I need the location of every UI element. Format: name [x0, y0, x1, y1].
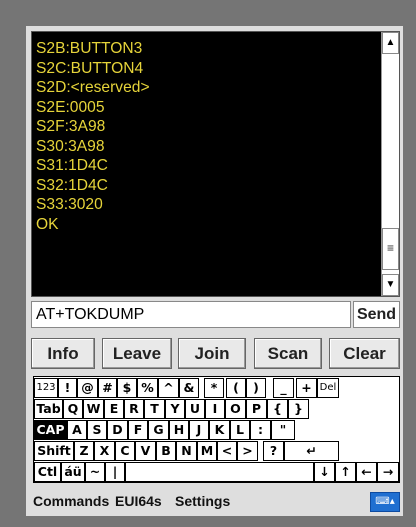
terminal-line: S31:1D4C [36, 157, 108, 174]
key-d[interactable]: D [107, 420, 128, 440]
key-tilde[interactable]: ~ [85, 462, 105, 482]
key-a[interactable]: A [67, 420, 87, 440]
key-enter[interactable]: ↵ [284, 441, 339, 461]
key-x[interactable]: X [94, 441, 115, 461]
terminal-line: S30:3A98 [36, 137, 105, 155]
scan-button[interactable]: Scan [254, 338, 322, 369]
key-i[interactable]: I [205, 399, 225, 419]
key-plus[interactable]: + [296, 378, 317, 398]
key-p[interactable]: P [246, 399, 267, 419]
key-123[interactable]: 123 [34, 378, 58, 398]
key-z[interactable]: Z [74, 441, 94, 461]
scroll-down-icon[interactable]: ▼ [382, 274, 399, 296]
keyboard-icon[interactable]: ⌨▴ [370, 492, 400, 512]
key-percent[interactable]: % [137, 378, 158, 398]
soft-keyboard: 123 ! @ # $ % ^ & * ( ) _ + Del Tab Q W … [33, 376, 400, 483]
terminal-line: S33:3020 [36, 196, 103, 213]
send-button[interactable]: Send [353, 301, 400, 328]
key-q[interactable]: Q [63, 399, 83, 419]
leave-button[interactable]: Leave [102, 338, 172, 369]
key-tab[interactable]: Tab [34, 399, 63, 419]
terminal-line: OK [36, 215, 59, 233]
key-s[interactable]: S [87, 420, 107, 440]
terminal-line: S2C:BUTTON4 [36, 59, 144, 77]
terminal-line: S32:1D4C [36, 176, 108, 194]
key-underscore[interactable]: _ [273, 378, 294, 398]
key-j[interactable]: J [189, 420, 209, 440]
key-delete[interactable]: Del [317, 378, 339, 398]
menu-settings[interactable]: Settings [175, 493, 230, 509]
key-brace-open[interactable]: { [267, 399, 288, 419]
device-screen: S2B:BUTTON3 S2C:BUTTON4 S2D:<reserved> S… [26, 26, 403, 516]
key-greater-than[interactable]: > [237, 441, 258, 461]
key-l[interactable]: L [230, 420, 250, 440]
info-button[interactable]: Info [31, 338, 95, 369]
key-h[interactable]: H [169, 420, 189, 440]
key-shift[interactable]: Shift [34, 441, 74, 461]
menu-bar: Commands EUI64s Settings ⌨▴ [26, 488, 403, 516]
key-at[interactable]: @ [77, 378, 98, 398]
key-dollar[interactable]: $ [117, 378, 137, 398]
key-u[interactable]: U [185, 399, 205, 419]
key-e[interactable]: E [104, 399, 124, 419]
key-r[interactable]: R [124, 399, 144, 419]
key-less-than[interactable]: < [217, 441, 237, 461]
key-w[interactable]: W [83, 399, 104, 419]
key-accents[interactable]: áü [61, 462, 85, 482]
key-colon[interactable]: : [250, 420, 271, 440]
key-m[interactable]: M [197, 441, 217, 461]
key-paren-open[interactable]: ( [226, 378, 246, 398]
key-paren-close[interactable]: ) [246, 378, 266, 398]
menu-commands[interactable]: Commands [33, 493, 109, 509]
key-n[interactable]: N [176, 441, 197, 461]
key-y[interactable]: Y [165, 399, 185, 419]
key-caret[interactable]: ^ [158, 378, 179, 398]
terminal-line: S2F:3A98 [36, 118, 106, 135]
terminal-line: S2D:<reserved> [36, 79, 150, 96]
key-arrow-up[interactable]: ↑ [335, 462, 356, 482]
key-pipe[interactable]: | [105, 462, 125, 482]
command-input[interactable]: AT+TOKDUMP [31, 301, 351, 328]
scroll-up-icon[interactable]: ▲ [382, 32, 399, 54]
terminal-lines: S2B:BUTTON3 S2C:BUTTON4 S2D:<reserved> S… [36, 39, 150, 234]
key-brace-close[interactable]: } [288, 399, 309, 419]
join-button[interactable]: Join [178, 338, 246, 369]
terminal-output: S2B:BUTTON3 S2C:BUTTON4 S2D:<reserved> S… [31, 31, 400, 297]
key-k[interactable]: K [209, 420, 230, 440]
scroll-thumb-icon[interactable]: ≡ [382, 228, 399, 270]
terminal-scrollbar[interactable]: ▲ ≡ ▼ [381, 32, 399, 296]
key-exclaim[interactable]: ! [58, 378, 77, 398]
key-c[interactable]: C [115, 441, 135, 461]
key-hash[interactable]: # [98, 378, 117, 398]
key-t[interactable]: T [144, 399, 165, 419]
key-ctrl[interactable]: Ctl [34, 462, 61, 482]
terminal-line: S2E:0005 [36, 98, 105, 116]
key-ampersand[interactable]: & [179, 378, 199, 398]
key-arrow-right[interactable]: → [377, 462, 399, 482]
terminal-line: S2B:BUTTON3 [36, 40, 143, 57]
key-v[interactable]: V [135, 441, 156, 461]
key-g[interactable]: G [148, 420, 169, 440]
clear-button[interactable]: Clear [329, 338, 400, 369]
key-caps[interactable]: CAP [34, 420, 67, 440]
key-space[interactable] [125, 462, 314, 482]
menu-eui64s[interactable]: EUI64s [115, 493, 162, 509]
key-quote[interactable]: " [271, 420, 295, 440]
key-arrow-left[interactable]: ← [356, 462, 377, 482]
key-question[interactable]: ? [263, 441, 284, 461]
key-b[interactable]: B [156, 441, 176, 461]
key-f[interactable]: F [128, 420, 148, 440]
key-asterisk[interactable]: * [204, 378, 224, 398]
key-arrow-down[interactable]: ↓ [314, 462, 335, 482]
key-o[interactable]: O [225, 399, 246, 419]
